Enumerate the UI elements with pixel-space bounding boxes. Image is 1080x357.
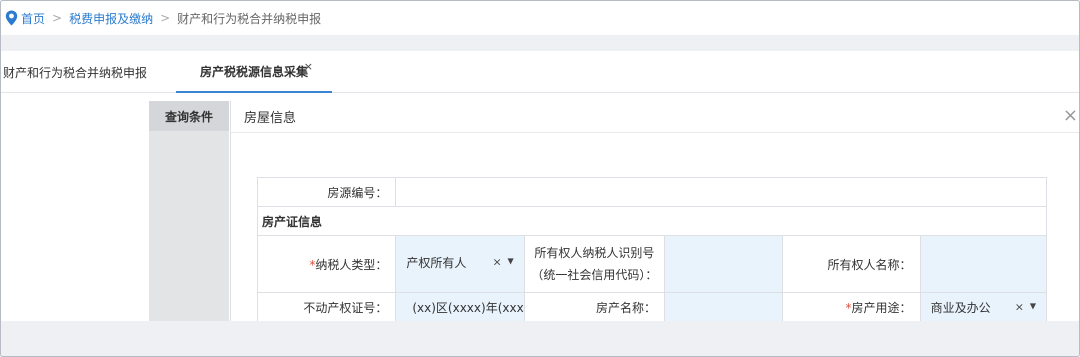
close-icon[interactable]: × bbox=[304, 61, 313, 72]
section-title: 房产证信息 bbox=[257, 206, 1047, 236]
breadcrumb-separator: > bbox=[52, 11, 63, 25]
chevron-down-icon[interactable]: ▼ bbox=[1030, 302, 1036, 311]
house-name-label: 房产名称： bbox=[523, 292, 666, 322]
owner-name-field[interactable] bbox=[919, 235, 1048, 293]
tab-bar: 财产和行为税合并纳税申报 房产税税源信息采集 × bbox=[1, 51, 1079, 93]
panel-title: 房屋信息 bbox=[244, 111, 297, 126]
house-use-label-text: 房产用途： bbox=[851, 300, 912, 315]
house-source-label: 房源编号： bbox=[256, 177, 397, 207]
tab-label: 财产和行为税合并纳税申报 bbox=[3, 65, 148, 80]
tab-property-tax-source[interactable]: 房产税税源信息采集 × bbox=[176, 51, 332, 93]
breadcrumb-current: 财产和行为税合并纳税申报 bbox=[177, 11, 322, 26]
cert-no-label: 不动产权证号： bbox=[256, 292, 397, 322]
owner-taxid-label: 所有权人纳税人识别号 （统一社会信用代码）： bbox=[523, 235, 666, 293]
breadcrumb: 首页 > 税费申报及缴纳 > 财产和行为税合并纳税申报 bbox=[1, 1, 1079, 35]
owner-taxid-label-line2: （统一社会信用代码）： bbox=[531, 268, 658, 282]
taxpayer-type-value: 产权所有人 bbox=[406, 256, 467, 270]
query-conditions-tab[interactable]: 查询条件 bbox=[149, 101, 229, 131]
owner-taxid-label-line1: 所有权人纳税人识别号 bbox=[534, 246, 655, 260]
breadcrumb-home-link[interactable]: 首页 bbox=[21, 10, 45, 27]
form-row-section: 房产证信息 bbox=[257, 206, 1047, 236]
form-row-house-source: 房源编号： bbox=[256, 177, 1047, 207]
cert-no-field[interactable]: (xx)区(xxxx)年(xxx bbox=[395, 292, 525, 322]
house-source-field[interactable] bbox=[395, 177, 1047, 207]
form-row-taxpayer: *纳税人类型： 产权所有人 × ▼ 所有权人纳税人识别号 （统一社会信用代码）：… bbox=[256, 235, 1048, 293]
taxpayer-type-select[interactable]: 产权所有人 × ▼ bbox=[395, 235, 525, 293]
owner-name-label: 所有权人名称： bbox=[782, 235, 921, 293]
close-icon[interactable]: × bbox=[1063, 107, 1078, 125]
house-form: 房源编号： 房产证信息 *纳税人类型： 产权所有人 × ▼ 所有权人纳税人识别号… bbox=[256, 177, 1048, 322]
house-use-value: 商业及办公 bbox=[930, 300, 991, 315]
house-use-label: *房产用途： bbox=[782, 292, 921, 322]
app-frame: 首页 > 税费申报及缴纳 > 财产和行为税合并纳税申报 财产和行为税合并纳税申报… bbox=[0, 0, 1080, 357]
owner-taxid-field[interactable] bbox=[664, 235, 784, 293]
panel-header: 房屋信息 × bbox=[231, 101, 1079, 133]
taxpayer-type-label-text: 纳税人类型： bbox=[315, 257, 388, 272]
location-pin-icon bbox=[5, 10, 18, 26]
breadcrumb-separator: > bbox=[160, 11, 171, 25]
query-sidebar bbox=[149, 101, 229, 321]
chevron-down-icon[interactable]: ▼ bbox=[508, 257, 514, 266]
tab-label: 房产税税源信息采集 bbox=[199, 64, 308, 79]
clear-icon[interactable]: × bbox=[1015, 301, 1024, 314]
bottom-strip bbox=[1, 321, 1079, 356]
house-use-select[interactable]: 商业及办公 × ▼ bbox=[919, 292, 1048, 322]
tab-combined-declaration[interactable]: 财产和行为税合并纳税申报 bbox=[3, 51, 147, 93]
breadcrumb-tax-declaration-link[interactable]: 税费申报及缴纳 bbox=[69, 10, 153, 27]
house-name-field[interactable] bbox=[664, 292, 784, 322]
clear-icon[interactable]: × bbox=[492, 256, 501, 269]
taxpayer-type-label: *纳税人类型： bbox=[256, 235, 397, 293]
form-row-cert: 不动产权证号： (xx)区(xxxx)年(xxx 房产名称： *房产用途： 商业… bbox=[256, 292, 1048, 322]
